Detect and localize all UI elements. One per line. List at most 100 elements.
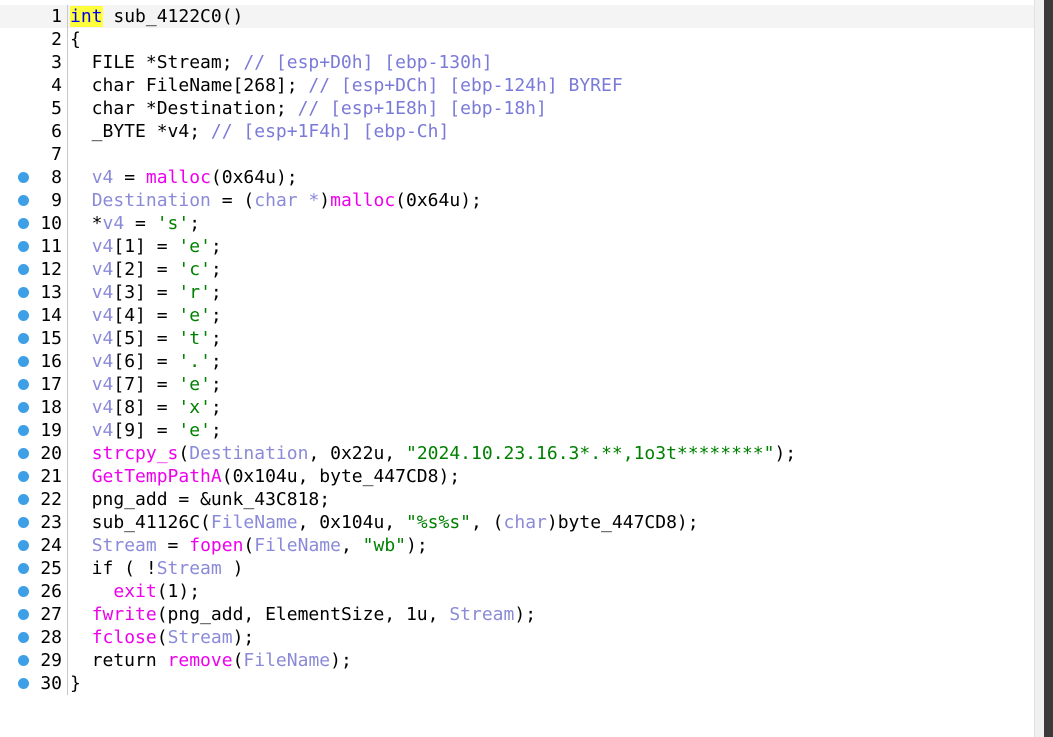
breakpoint-dot-icon[interactable] (18, 448, 29, 459)
gutter-separator (67, 304, 68, 327)
breakpoint-dot-icon[interactable] (18, 218, 29, 229)
code-token: ; (210, 236, 222, 257)
code-line[interactable]: 4 char FileName[268]; // [esp+DCh] [ebp-… (0, 74, 1034, 97)
code-token: fopen (189, 535, 244, 556)
code-line[interactable]: 11 v4[1] = 'e'; (0, 235, 1034, 258)
code-line[interactable]: 26 exit(1); (0, 580, 1034, 603)
breakpoint-dot-icon[interactable] (18, 172, 29, 183)
breakpoint-dot-icon[interactable] (18, 563, 29, 574)
code-line[interactable]: 2{ (0, 28, 1034, 51)
code-line[interactable]: 16 v4[6] = '.'; (0, 350, 1034, 373)
code-text[interactable]: strcpy_s(Destination, 0x22u, "2024.10.23… (70, 442, 796, 465)
code-line[interactable]: 8 v4 = malloc(0x64u); (0, 166, 1034, 189)
code-line[interactable]: 17 v4[7] = 'e'; (0, 373, 1034, 396)
breakpoint-dot-icon[interactable] (18, 540, 29, 551)
breakpoint-dot-icon[interactable] (18, 241, 29, 252)
breakpoint-dot-icon[interactable] (18, 402, 29, 413)
breakpoint-dot-icon[interactable] (18, 425, 29, 436)
code-line[interactable]: 9 Destination = (char *)malloc(0x64u); (0, 189, 1034, 212)
code-text[interactable]: *v4 = 's'; (70, 212, 200, 235)
code-line[interactable]: 1 int sub_4122C0() (0, 5, 1034, 28)
code-token: (1); (156, 581, 201, 602)
code-text[interactable]: _BYTE *v4; // [esp+1F4h] [ebp-Ch] (70, 120, 450, 143)
breakpoint-dot-icon[interactable] (18, 333, 29, 344)
code-text[interactable]: v4[9] = 'e'; (70, 419, 222, 442)
code-text[interactable]: v4[7] = 'e'; (70, 373, 222, 396)
code-text[interactable]: v4[1] = 'e'; (70, 235, 222, 258)
breakpoint-dot-icon[interactable] (18, 310, 29, 321)
line-number: 17 (40, 374, 62, 395)
code-token: int (70, 6, 103, 27)
breakpoint-dot-icon[interactable] (18, 379, 29, 390)
line-number: 28 (40, 627, 62, 648)
breakpoint-dot-icon[interactable] (18, 517, 29, 528)
code-text[interactable]: png_add = &unk_43C818; (70, 488, 330, 511)
code-line[interactable]: 6 _BYTE *v4; // [esp+1F4h] [ebp-Ch] (0, 120, 1034, 143)
breakpoint-dot-icon[interactable] (18, 356, 29, 367)
code-text[interactable]: fwrite(png_add, ElementSize, 1u, Stream)… (70, 603, 536, 626)
code-text[interactable]: exit(1); (70, 580, 200, 603)
code-line[interactable]: 18 v4[8] = 'x'; (0, 396, 1034, 419)
breakpoint-dot-icon[interactable] (18, 471, 29, 482)
code-line[interactable]: 21 GetTempPathA(0x104u, byte_447CD8); (0, 465, 1034, 488)
code-text[interactable]: int sub_4122C0() (70, 5, 243, 28)
code-text[interactable]: v4[5] = 't'; (70, 327, 222, 350)
code-text[interactable]: v4[3] = 'r'; (70, 281, 222, 304)
code-token: ( (178, 443, 190, 464)
code-line[interactable]: 25 if ( !Stream ) (0, 557, 1034, 580)
code-line[interactable]: 7 (0, 143, 1034, 166)
gutter-separator (67, 189, 68, 212)
code-token: [5] = (113, 328, 179, 349)
code-text[interactable]: GetTempPathA(0x104u, byte_447CD8); (70, 465, 460, 488)
breakpoint-dot-icon[interactable] (18, 655, 29, 666)
code-line[interactable]: 24 Stream = fopen(FileName, "wb"); (0, 534, 1034, 557)
code-line[interactable]: 14 v4[4] = 'e'; (0, 304, 1034, 327)
code-line[interactable]: 23 sub_41126C(FileName, 0x104u, "%s%s", … (0, 511, 1034, 534)
code-token: 's' (156, 213, 190, 234)
code-text[interactable]: v4[6] = '.'; (70, 350, 222, 373)
code-text[interactable]: char FileName[268]; // [esp+DCh] [ebp-12… (70, 74, 623, 97)
breakpoint-dot-icon[interactable] (18, 264, 29, 275)
breakpoint-dot-icon[interactable] (18, 494, 29, 505)
code-line[interactable]: 28 fclose(Stream); (0, 626, 1034, 649)
code-line[interactable]: 29 return remove(FileName); (0, 649, 1034, 672)
line-number: 13 (40, 282, 62, 303)
code-line[interactable]: 30} (0, 672, 1034, 695)
code-text[interactable]: v4[4] = 'e'; (70, 304, 222, 327)
code-line[interactable]: 10 *v4 = 's'; (0, 212, 1034, 235)
code-text[interactable]: v4 = malloc(0x64u); (70, 166, 298, 189)
code-token: [1] = (113, 236, 179, 257)
code-text[interactable]: FILE *Stream; // [esp+D0h] [ebp-130h] (70, 51, 493, 74)
code-line[interactable]: 19 v4[9] = 'e'; (0, 419, 1034, 442)
code-text[interactable]: } (70, 672, 81, 695)
code-text[interactable]: Destination = (char *)malloc(0x64u); (70, 189, 482, 212)
code-text[interactable]: char *Destination; // [esp+1E8h] [ebp-18… (70, 97, 547, 120)
gutter-separator (67, 465, 68, 488)
code-line[interactable]: 13 v4[3] = 'r'; (0, 281, 1034, 304)
code-text[interactable]: v4[8] = 'x'; (70, 396, 222, 419)
code-text[interactable]: if ( !Stream ) (70, 557, 244, 580)
breakpoint-dot-icon[interactable] (18, 195, 29, 206)
code-text[interactable]: sub_41126C(FileName, 0x104u, "%s%s", (ch… (70, 511, 699, 534)
code-line[interactable]: 22 png_add = &unk_43C818; (0, 488, 1034, 511)
code-line[interactable]: 3 FILE *Stream; // [esp+D0h] [ebp-130h] (0, 51, 1034, 74)
breakpoint-dot-icon[interactable] (18, 632, 29, 643)
code-text[interactable]: return remove(FileName); (70, 649, 352, 672)
code-text[interactable]: Stream = fopen(FileName, "wb"); (70, 534, 428, 557)
breakpoint-dot-icon[interactable] (18, 678, 29, 689)
code-line[interactable]: 20 strcpy_s(Destination, 0x22u, "2024.10… (0, 442, 1034, 465)
code-text[interactable]: fclose(Stream); (70, 626, 255, 649)
gutter-separator (67, 166, 68, 189)
code-line[interactable]: 5 char *Destination; // [esp+1E8h] [ebp-… (0, 97, 1034, 120)
breakpoint-dot-icon[interactable] (18, 586, 29, 597)
code-text[interactable]: v4[2] = 'c'; (70, 258, 222, 281)
code-line[interactable]: 27 fwrite(png_add, ElementSize, 1u, Stre… (0, 603, 1034, 626)
code-line[interactable]: 12 v4[2] = 'c'; (0, 258, 1034, 281)
breakpoint-dot-icon[interactable] (18, 287, 29, 298)
pseudocode-view[interactable]: 1 int sub_4122C0() 2{3 FILE *Stream; // [e… (0, 0, 1034, 737)
code-line[interactable]: 15 v4[5] = 't'; (0, 327, 1034, 350)
code-text[interactable]: { (70, 28, 81, 51)
breakpoint-dot-icon[interactable] (18, 609, 29, 620)
